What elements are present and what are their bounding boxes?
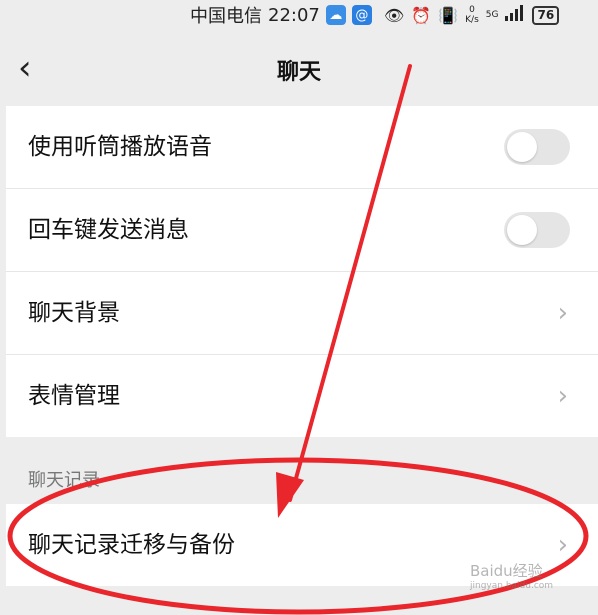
setting-label: 回车键发送消息 xyxy=(28,217,189,243)
toggle-knob xyxy=(507,215,537,245)
nav-header: ‹ 聊天 xyxy=(0,30,598,106)
carrier-label: 中国电信 xyxy=(190,6,262,27)
setting-row-earpiece-voice[interactable]: 使用听筒播放语音 xyxy=(6,106,598,189)
battery-icon: 76 xyxy=(532,5,560,25)
enter-send-toggle[interactable] xyxy=(504,212,570,248)
setting-row-chat-background[interactable]: 聊天背景 › xyxy=(6,272,598,355)
status-right: 👁 ⏰ 📳 0 K/s 5G 76 xyxy=(384,3,560,27)
chevron-right-icon: › xyxy=(557,530,568,560)
clock: 22:07 xyxy=(268,4,320,26)
weather-app-icon: ☁ xyxy=(325,5,346,25)
watermark-main: Baidu经验 xyxy=(470,562,543,580)
eye-icon: 👁 xyxy=(384,5,405,25)
browser-app-icon: @ xyxy=(351,5,372,25)
watermark-sub: jingyan.baidu.com xyxy=(470,581,554,591)
settings-group-general: 使用听筒播放语音 回车键发送消息 聊天背景 › 表情管理 › xyxy=(6,106,598,437)
network-type: 5G xyxy=(485,10,499,20)
net-speed-unit: K/s xyxy=(465,15,479,25)
net-speed: 0 K/s xyxy=(465,5,479,25)
section-header-chat-history: 聊天记录 xyxy=(28,470,100,491)
setting-label: 聊天背景 xyxy=(28,300,120,326)
signal-icon xyxy=(505,5,525,25)
setting-label: 聊天记录迁移与备份 xyxy=(28,532,235,558)
status-left: 中国电信 22:07 ☁ @ xyxy=(190,3,372,27)
setting-label: 表情管理 xyxy=(28,383,120,409)
chevron-right-icon: › xyxy=(557,381,568,411)
chevron-right-icon: › xyxy=(557,298,568,328)
alarm-icon: ⏰ xyxy=(411,5,432,25)
status-bar: 中国电信 22:07 ☁ @ 👁 ⏰ 📳 0 K/s 5G 76 xyxy=(0,0,598,30)
page-title: 聊天 xyxy=(276,60,321,85)
toggle-knob xyxy=(507,132,537,162)
setting-row-sticker-management[interactable]: 表情管理 › xyxy=(6,355,598,437)
net-speed-value: 0 xyxy=(469,5,475,15)
setting-label: 使用听筒播放语音 xyxy=(28,134,212,160)
watermark: Baidu经验 jingyan.baidu.com xyxy=(470,560,553,591)
vibrate-icon: 📳 xyxy=(438,5,459,25)
earpiece-toggle[interactable] xyxy=(504,129,570,165)
setting-row-enter-to-send[interactable]: 回车键发送消息 xyxy=(6,189,598,272)
